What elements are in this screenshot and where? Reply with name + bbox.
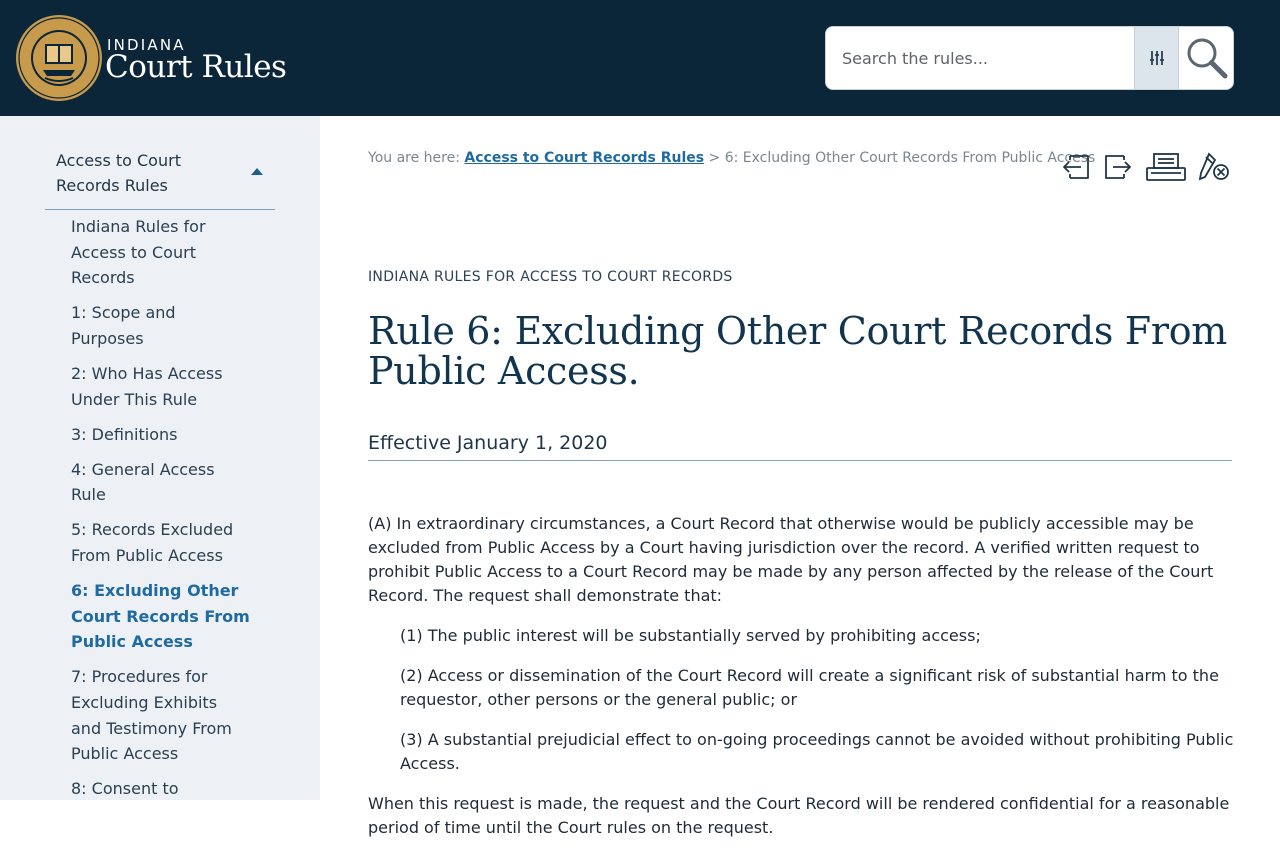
sidebar-list: Indiana Rules for Access to Court Record… xyxy=(71,214,251,800)
previous-rule-button[interactable] xyxy=(1058,148,1092,186)
rule-set-label: INDIANA RULES FOR ACCESS TO COURT RECORD… xyxy=(368,269,733,285)
sidebar-section-toggle[interactable]: Access to Court Records Rules xyxy=(45,146,275,210)
search-bar xyxy=(825,26,1234,90)
search-input[interactable] xyxy=(826,27,1134,89)
sidebar-item[interactable]: 6: Excluding Other Court Records From Pu… xyxy=(71,578,251,655)
rule-paragraph-a: (A) In extraordinary circumstances, a Co… xyxy=(368,514,1214,605)
sidebar-item[interactable]: 1: Scope and Purposes xyxy=(71,300,251,351)
sidebar-section-label: Access to Court Records Rules xyxy=(56,151,181,195)
rule-item-2: (2) Access or dissemination of the Court… xyxy=(400,666,1219,709)
clear-highlight-icon xyxy=(1198,152,1229,181)
rule-item-3: (3) A substantial prejudicial effect to … xyxy=(400,730,1234,773)
rule-item-1: (1) The public interest will be substant… xyxy=(400,626,981,645)
sidebar-nav: Access to Court Records Rules Indiana Ru… xyxy=(0,116,320,800)
next-page-icon xyxy=(1105,155,1131,179)
previous-page-icon xyxy=(1063,155,1089,179)
next-rule-button[interactable] xyxy=(1102,148,1136,186)
main-content: You are here: Access to Court Records Ru… xyxy=(320,116,1280,837)
sidebar-item[interactable]: 8: Consent to Release, Failure to Exclud… xyxy=(71,776,251,800)
sidebar-item[interactable]: 4: General Access Rule xyxy=(71,457,251,508)
breadcrumb-prefix: You are here: xyxy=(368,150,460,166)
brand-title: Court Rules xyxy=(105,49,287,85)
sidebar-item[interactable]: 3: Definitions xyxy=(71,422,251,448)
print-icon xyxy=(1146,153,1186,181)
sidebar-item[interactable]: 2: Who Has Access Under This Rule xyxy=(71,361,251,412)
sliders-icon xyxy=(1149,51,1164,65)
rule-body: (A) In extraordinary circumstances, a Co… xyxy=(368,512,1234,856)
effective-date: Effective January 1, 2020 xyxy=(368,432,1232,461)
breadcrumb-separator: > xyxy=(708,150,721,166)
caret-up-icon xyxy=(251,168,263,175)
search-filter-button[interactable] xyxy=(1134,27,1178,89)
clear-highlight-button[interactable] xyxy=(1196,148,1232,186)
supreme-court-seal-icon xyxy=(16,15,102,101)
magnifier-icon xyxy=(1187,38,1227,79)
breadcrumb: You are here: Access to Court Records Ru… xyxy=(368,150,1095,166)
print-button[interactable] xyxy=(1144,148,1188,186)
rule-paragraph-b: When this request is made, the request a… xyxy=(368,794,1230,837)
page-title: Rule 6: Excluding Other Court Records Fr… xyxy=(368,309,1228,393)
site-logo[interactable]: INDIANA Court Rules xyxy=(15,14,305,102)
sidebar-item[interactable]: 7: Procedures for Excluding Exhibits and… xyxy=(71,664,251,766)
sidebar-item[interactable]: Indiana Rules for Access to Court Record… xyxy=(71,214,251,291)
rule-toolbar xyxy=(1058,148,1238,186)
search-button[interactable] xyxy=(1178,27,1233,89)
breadcrumb-current: 6: Excluding Other Court Records From Pu… xyxy=(724,150,1096,166)
breadcrumb-link[interactable]: Access to Court Records Rules xyxy=(464,150,704,166)
sidebar-item[interactable]: 5: Records Excluded From Public Access xyxy=(71,517,251,568)
site-header: INDIANA Court Rules xyxy=(0,0,1280,116)
